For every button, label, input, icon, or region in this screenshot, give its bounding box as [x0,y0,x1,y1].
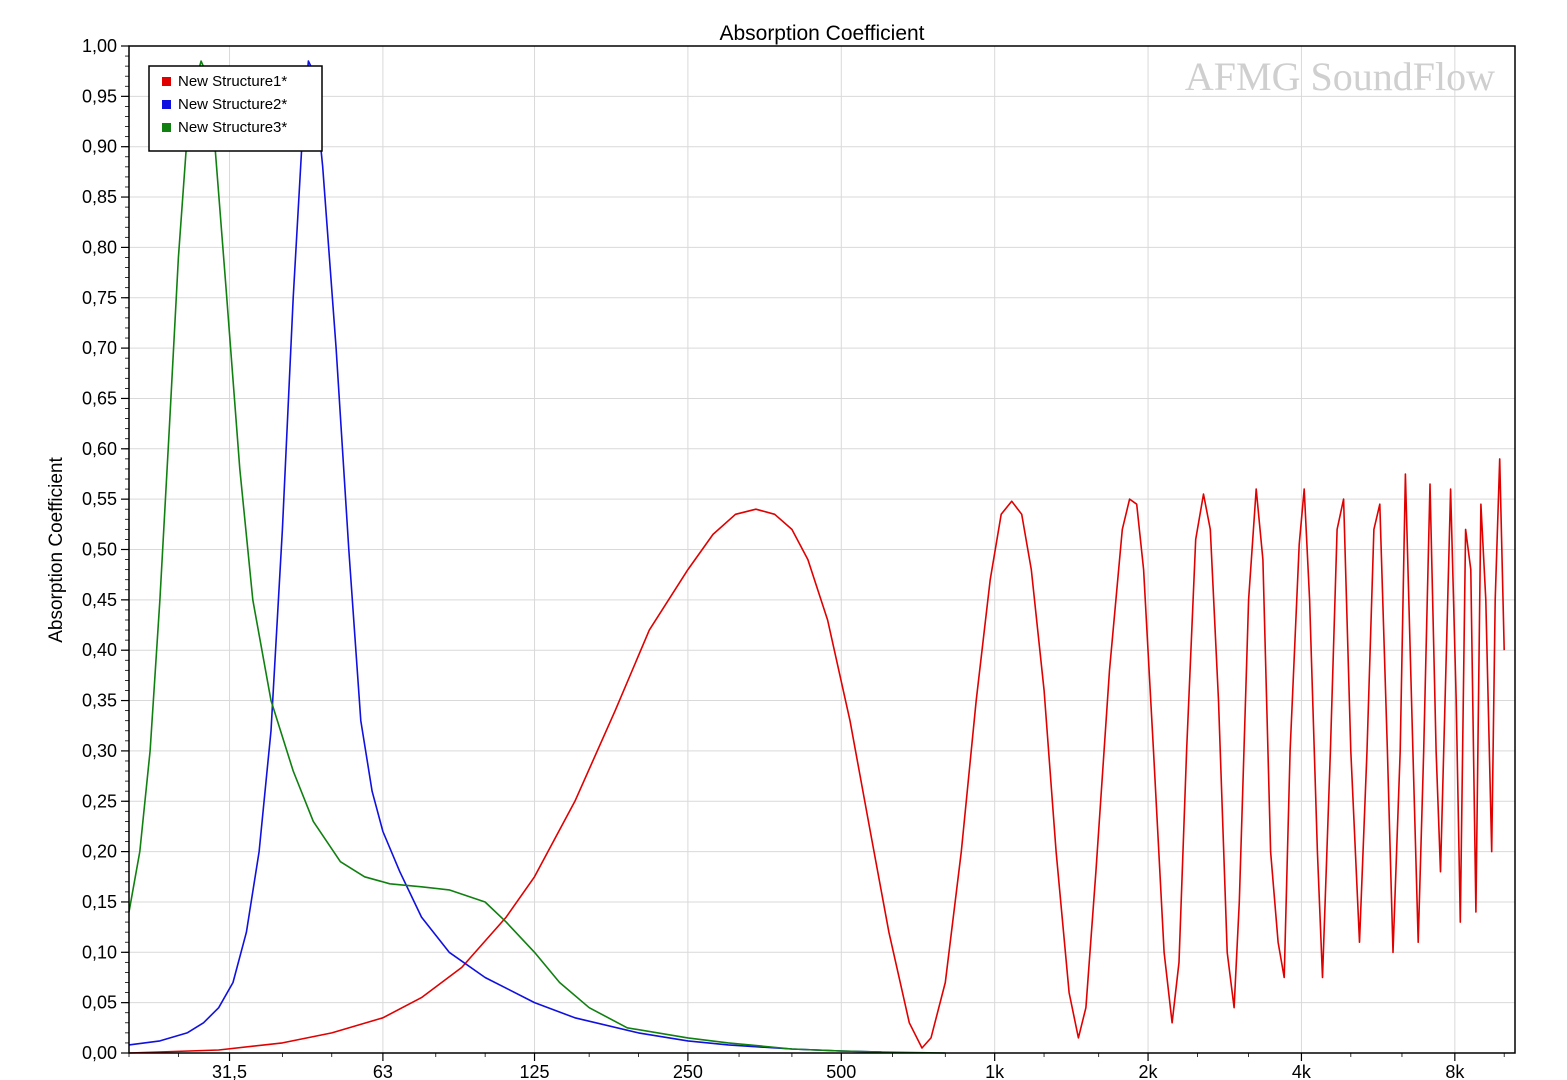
y-tick-label: 0,80 [82,237,117,257]
y-axis-label: Absorption Coefficient [46,457,67,643]
legend-swatch-2 [162,100,171,109]
y-tick-label: 0,75 [82,288,117,308]
legend-swatch-3 [162,123,171,132]
y-tick-label: 0,85 [82,187,117,207]
legend-label-1: New Structure1* [178,73,287,90]
x-tick-label: 31,5 [212,1062,247,1080]
y-tick-label: 0,55 [82,489,117,509]
legend: New Structure1* New Structure2* New Struct… [148,65,323,152]
y-tick-label: 0,90 [82,137,117,157]
y-tick-label: 0,60 [82,439,117,459]
chart-title: Absorption Coefficient [719,22,924,45]
absorption-chart: Absorption Coefficient Absorption Coeffi… [0,0,1567,1080]
y-tick-label: 0,50 [82,540,117,560]
y-tick-label: 1,00 [82,36,117,56]
legend-label-3: New Structure3* [178,119,287,136]
legend-swatch-1 [162,77,171,86]
legend-items: New Structure1* New Structure2* New Struct… [162,73,287,136]
y-tick-label: 0,95 [82,86,117,106]
y-tick-label: 0,65 [82,388,117,408]
x-tick-label: 1k [985,1062,1005,1080]
legend-label-2: New Structure2* [178,96,287,113]
x-tick-label: 63 [373,1062,393,1080]
chart-background [0,0,1567,1080]
x-tick-label: 8k [1445,1062,1465,1080]
y-tick-label: 0,30 [82,741,117,761]
y-tick-label: 0,00 [82,1043,117,1063]
x-tick-label: 125 [520,1062,550,1080]
y-tick-label: 0,10 [82,942,117,962]
y-tick-label: 0,15 [82,892,117,912]
y-tick-label: 0,40 [82,640,117,660]
x-tick-label: 4k [1292,1062,1312,1080]
y-tick-label: 0,70 [82,338,117,358]
y-tick-label: 0,05 [82,993,117,1013]
y-tick-label: 0,20 [82,842,117,862]
y-tick-label: 0,45 [82,590,117,610]
y-tick-label: 0,25 [82,791,117,811]
watermark-text: AFMG SoundFlow [1185,54,1495,99]
x-tick-label: 500 [826,1062,856,1080]
x-tick-label: 250 [673,1062,703,1080]
x-tick-label: 2k [1139,1062,1159,1080]
y-tick-label: 0,35 [82,691,117,711]
